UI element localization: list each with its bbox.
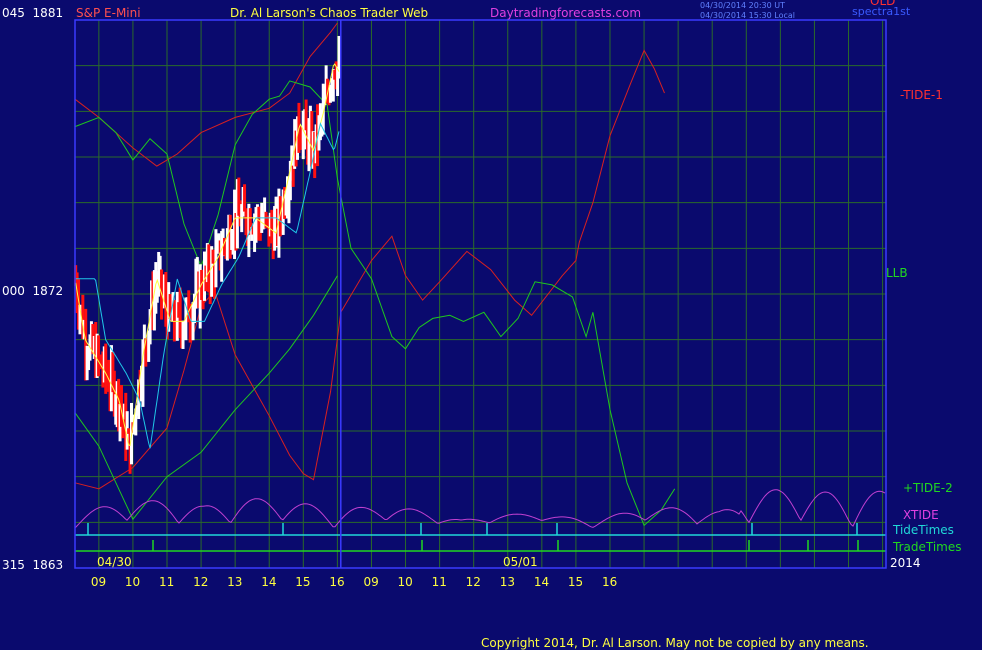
legend-xtide: XTIDE xyxy=(903,508,939,522)
y-label-bottom: 315 1863 xyxy=(2,558,63,572)
site-link[interactable]: Daytradingforecasts.com xyxy=(490,6,641,20)
x-tick-label: 14 xyxy=(261,575,277,589)
chart-title: S&P E-Mini xyxy=(76,6,141,20)
x-tick-label: 10 xyxy=(124,575,141,589)
x-tick-label: 09 xyxy=(90,575,107,589)
x-tick-label: 13 xyxy=(499,575,516,589)
y-label-top-prefix: 045 xyxy=(2,6,25,20)
y-label-top-price: 1881 xyxy=(32,6,64,20)
x-tick-label: 15 xyxy=(567,575,584,589)
x-tick-label: 15 xyxy=(295,575,311,589)
x-date-mid: 05/01 xyxy=(503,555,538,569)
y-label-mid-prefix: 000 xyxy=(2,284,25,298)
y-label-bottom-prefix: 315 xyxy=(2,558,25,572)
legend-tide1: -TIDE-1 xyxy=(900,88,943,102)
x-tick-label: 13 xyxy=(227,575,243,589)
x-tick-label: 12 xyxy=(193,575,209,589)
spectra-label: spectra1st xyxy=(852,5,911,18)
time-ut: 04/30/2014 20:30 UT xyxy=(700,1,785,10)
x-tick-label: 11 xyxy=(159,575,175,589)
x-tick-label: 10 xyxy=(397,575,413,589)
y-label-mid-price: 1872 xyxy=(32,284,64,298)
x-tick-label: 09 xyxy=(363,575,379,589)
chart-canvas xyxy=(74,19,887,569)
x-tick-label: 12 xyxy=(465,575,481,589)
y-label-bottom-price: 1863 xyxy=(32,558,64,572)
legend-tradetimes: TradeTimes xyxy=(893,540,962,554)
price-bars xyxy=(74,35,341,474)
copyright: Copyright 2014, Dr. Al Larson. May not b… xyxy=(481,636,869,650)
x-tick-label: 16 xyxy=(601,575,618,589)
x-tick-label: 11 xyxy=(431,575,447,589)
time-local: 04/30/2014 15:30 Local xyxy=(700,11,795,20)
legend-llb: LLB xyxy=(886,266,908,280)
legend-tide2: +TIDE-2 xyxy=(903,481,953,495)
x-date-left: 04/30 xyxy=(97,555,132,569)
legend-tidetimes: TideTimes xyxy=(893,523,954,537)
xtide-oscillator xyxy=(74,489,886,552)
x-tick-label: 16 xyxy=(329,575,345,589)
y-label-top: 045 1881 xyxy=(2,6,63,20)
x-year: 2014 xyxy=(890,556,921,570)
x-tick-label: 14 xyxy=(533,575,550,589)
site-title: Dr. Al Larson's Chaos Trader Web xyxy=(230,6,429,20)
y-label-mid: 000 1872 xyxy=(2,284,63,298)
